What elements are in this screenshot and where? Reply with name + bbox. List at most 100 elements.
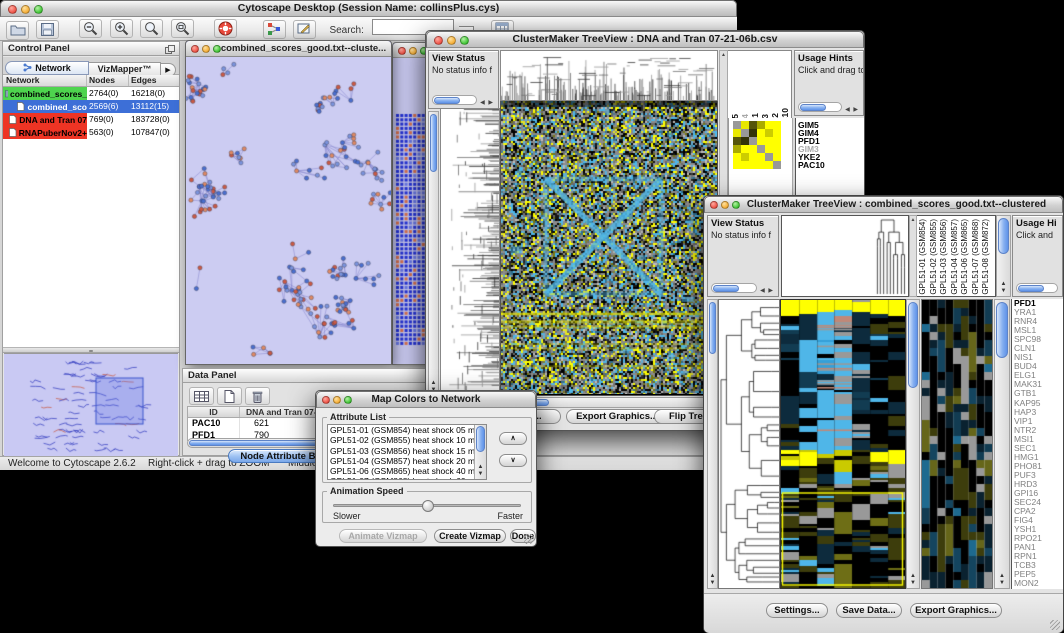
column-label[interactable]: GPL51-07 (GSM868): [971, 219, 982, 295]
row-dendrogram-canvas[interactable]: [719, 300, 779, 588]
treeview-dna-left-scrollbar[interactable]: [428, 111, 439, 396]
global-heatmap-canvas[interactable]: [781, 300, 905, 588]
attribute-list-item[interactable]: GPL51-01 (GSM854) heat shock 05 min: [328, 425, 474, 435]
global-heatmap-scrollbar[interactable]: [906, 299, 920, 589]
matrix-cell[interactable]: [773, 137, 781, 145]
matrix-cell[interactable]: [757, 153, 765, 161]
matrix-cell[interactable]: [773, 121, 781, 129]
column-dendrogram[interactable]: [781, 215, 909, 297]
new-attribute-button[interactable]: [217, 387, 242, 405]
speed-slider[interactable]: [333, 504, 521, 507]
gene-label[interactable]: PAC10: [796, 161, 864, 169]
resize-grip[interactable]: [1050, 620, 1062, 632]
zoom-heatmap[interactable]: [921, 299, 993, 589]
treeview-combined-left-scrollbar[interactable]: [707, 299, 718, 589]
row-dendrogram[interactable]: [440, 108, 500, 396]
matrix-cell[interactable]: [757, 145, 765, 153]
animate-vizmap-button[interactable]: Animate Vizmap: [339, 529, 427, 543]
column-labels-scrollbar[interactable]: [996, 215, 1011, 297]
matrix-cell[interactable]: [749, 145, 757, 153]
column-label[interactable]: GPL51-04 (GSM857): [950, 219, 961, 295]
row-dendrogram-canvas[interactable]: [441, 109, 499, 395]
birdseye-view[interactable]: [4, 353, 178, 455]
network-row[interactable]: DNA and Tran 07769(0)183728(0): [3, 113, 179, 126]
export-graphics-button[interactable]: Export Graphics...: [910, 603, 1002, 618]
open-session-button[interactable]: [6, 21, 29, 40]
matrix-cell[interactable]: [757, 129, 765, 137]
matrix-cell[interactable]: [741, 137, 749, 145]
matrix-cell[interactable]: [741, 121, 749, 129]
float-panel-icon[interactable]: [165, 45, 175, 54]
column-label[interactable]: GPL51-03 (GSM856): [939, 219, 950, 295]
matrix-cell[interactable]: [733, 121, 741, 129]
zoom-matrix[interactable]: [733, 121, 781, 169]
network-canvas[interactable]: [186, 57, 391, 364]
matrix-cell[interactable]: [773, 145, 781, 153]
col-id[interactable]: ID: [188, 407, 240, 417]
zoom-window-icon[interactable]: [213, 45, 221, 53]
matrix-cell[interactable]: [749, 153, 757, 161]
move-down-button[interactable]: ∨: [499, 454, 527, 467]
column-dendrogram[interactable]: [500, 50, 718, 101]
matrix-cell[interactable]: [741, 153, 749, 161]
resize-grip[interactable]: [524, 534, 536, 546]
close-icon[interactable]: [710, 201, 718, 209]
map-colors-titlebar[interactable]: Map Colors to Network: [316, 391, 536, 408]
matrix-cell[interactable]: [741, 145, 749, 153]
matrix-cell[interactable]: [757, 161, 765, 169]
zoom-out-button[interactable]: [79, 19, 102, 38]
save-data-button[interactable]: Save Data...: [836, 603, 902, 618]
tab-vizmapper[interactable]: VizMapper™: [89, 62, 161, 76]
matrix-cell[interactable]: [773, 161, 781, 169]
matrix-cell[interactable]: [765, 129, 773, 137]
matrix-cell[interactable]: [733, 137, 741, 145]
attribute-list-item[interactable]: GPL51-06 (GSM865) heat shock 40 min: [328, 466, 474, 476]
zoom-heatmap-scrollbar[interactable]: [994, 299, 1010, 589]
matrix-cell[interactable]: [741, 129, 749, 137]
export-graphics-button[interactable]: Export Graphics...: [566, 409, 668, 424]
view-status-scrollbar[interactable]: [711, 282, 774, 293]
attribute-list-scrollbar[interactable]: [474, 425, 486, 479]
column-label[interactable]: GPL51-06 (GSM865): [960, 219, 971, 295]
network-row[interactable]: RNAPuberNov2+563(0)107847(0): [3, 126, 179, 139]
zoom-window-icon[interactable]: [460, 36, 469, 45]
network-row[interactable]: combined_sco2569(6)13112(15): [3, 100, 179, 113]
matrix-cell[interactable]: [765, 145, 773, 153]
help-button[interactable]: [214, 19, 237, 38]
matrix-cell[interactable]: [741, 161, 749, 169]
zoom-window-icon[interactable]: [732, 201, 740, 209]
zoom-window-icon[interactable]: [344, 396, 352, 404]
treeview-dna-titlebar[interactable]: ClusterMaker TreeView : DNA and Tran 07-…: [426, 31, 864, 48]
minimize-icon[interactable]: [21, 5, 30, 14]
delete-attribute-button[interactable]: [245, 387, 270, 405]
mid-scroll-strip[interactable]: ▲: [909, 215, 917, 297]
attribute-listbox[interactable]: GPL51-01 (GSM854) heat shock 05 min GPL51…: [327, 424, 487, 480]
move-up-button[interactable]: ∧: [499, 432, 527, 445]
col-edges[interactable]: Edges: [129, 75, 179, 86]
minimize-icon[interactable]: [721, 201, 729, 209]
matrix-cell[interactable]: [757, 121, 765, 129]
close-icon[interactable]: [191, 45, 199, 53]
matrix-cell[interactable]: [773, 153, 781, 161]
treeview-combined-titlebar[interactable]: ClusterMaker TreeView : combined_scores_…: [704, 196, 1063, 213]
minimize-icon[interactable]: [202, 45, 210, 53]
column-label[interactable]: GPL51-02 (GSM855): [929, 219, 940, 295]
group-tool-button[interactable]: [263, 20, 286, 39]
network-row[interactable]: combined_scores_2764(0)16218(0): [3, 87, 179, 100]
matrix-cell[interactable]: [765, 121, 773, 129]
zoom-in-button[interactable]: [110, 19, 133, 38]
close-icon[interactable]: [322, 396, 330, 404]
settings-button[interactable]: Settings...: [766, 603, 828, 618]
matrix-cell[interactable]: [749, 129, 757, 137]
tab-network[interactable]: Network: [5, 61, 89, 75]
column-label[interactable]: GPL51-01 (GSM854): [918, 219, 929, 295]
table-mode-button[interactable]: [189, 387, 214, 405]
annotation-tool-button[interactable]: [293, 20, 316, 39]
attribute-list-item[interactable]: GPL51-04 (GSM857) heat shock 20 min: [328, 456, 474, 466]
gene-label[interactable]: MON2: [1012, 579, 1063, 588]
close-icon[interactable]: [434, 36, 443, 45]
usage-hints-scrollbar[interactable]: [798, 101, 859, 112]
matrix-cell[interactable]: [773, 129, 781, 137]
create-vizmap-button[interactable]: Create Vizmap: [434, 529, 506, 543]
global-heatmap[interactable]: [780, 299, 906, 589]
